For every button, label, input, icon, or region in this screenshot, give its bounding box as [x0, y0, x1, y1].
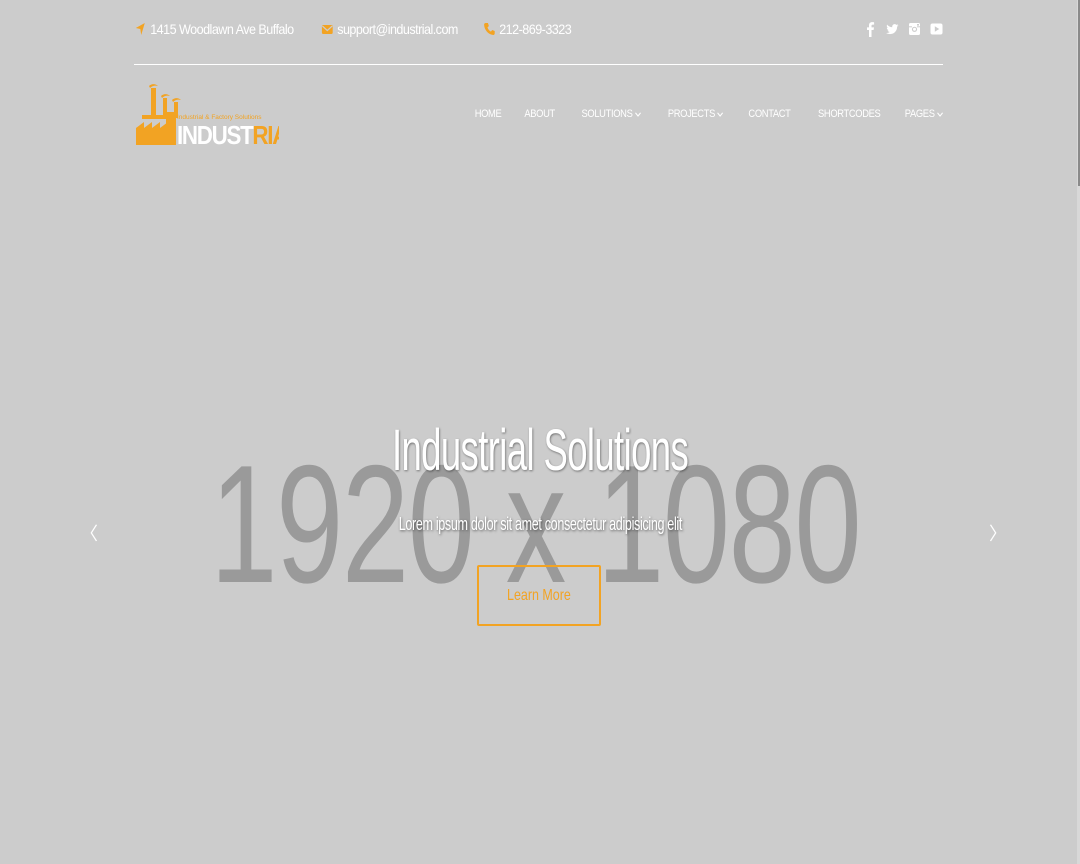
nav-item-label: SOLUTIONS	[581, 108, 633, 120]
industrial-logo[interactable]: Industrial & Factory Solutions INDUSTRIA…	[134, 82, 279, 148]
logo-name-accent: RIAL	[252, 121, 279, 148]
hero-subtitle: Lorem ipsum dolor sit amet consectetur a…	[398, 514, 682, 534]
hero-title: Industrial Solutions	[391, 418, 689, 483]
nav-item-solutions[interactable]: SOLUTIONS	[581, 108, 642, 120]
nav-item-about[interactable]: ABOUT	[524, 108, 555, 120]
chevron-down-icon	[718, 111, 724, 117]
youtube-icon[interactable]	[930, 21, 943, 37]
nav-item-home[interactable]: HOME	[475, 108, 502, 120]
email-link[interactable]: support@industrial.com	[338, 21, 459, 37]
phone-number[interactable]: 212-869-3323	[500, 21, 573, 37]
instagram-icon[interactable]	[908, 21, 921, 37]
learn-more-button[interactable]: Learn More	[477, 565, 601, 626]
nav-item-projects[interactable]: PROJECTS	[668, 108, 724, 120]
slider-prev-arrow[interactable]: 〈	[80, 520, 98, 546]
slider-next-arrow[interactable]: 〉	[989, 520, 1007, 546]
location-arrow-icon	[135, 23, 145, 35]
nav-item-label: CONTACT	[748, 108, 791, 120]
logo-tagline: Industrial & Factory Solutions	[177, 114, 262, 121]
nav-item-label: ABOUT	[523, 108, 555, 120]
address-text: 1415 Woodlawn Ave Buffalo	[150, 21, 294, 37]
nav-item-label: HOME	[474, 108, 502, 120]
nav-item-label: PAGES	[904, 108, 935, 120]
phone-icon	[484, 23, 496, 35]
nav-item-contact[interactable]: CONTACT	[748, 108, 790, 120]
main-nav: HOME ABOUT SOLUTIONS PROJECTS CONTACT SHORTCO…	[453, 108, 943, 120]
svg-text:INDUSTRIAL: INDUSTRIAL	[177, 121, 279, 148]
page: 1920 x 1080 1415 Woodlawn Ave Buffalo su…	[0, 0, 1080, 864]
nav-item-label: SHORTCODES	[818, 108, 881, 120]
address-item: 1415 Woodlawn Ave Buffalo	[134, 21, 294, 37]
nav-item-shortcodes[interactable]: SHORTCODES	[818, 108, 881, 120]
twitter-icon[interactable]	[885, 21, 899, 37]
header-divider	[134, 64, 943, 65]
nav-item-pages[interactable]: PAGES	[905, 108, 943, 120]
envelope-icon	[322, 25, 334, 34]
nav-item-label: PROJECTS	[668, 108, 716, 120]
social-links	[864, 21, 943, 37]
top-bar: 1415 Woodlawn Ave Buffalo support@indust…	[134, 16, 943, 42]
chevron-down-icon	[635, 111, 642, 117]
logo-name-main: INDUST	[177, 121, 254, 148]
facebook-icon[interactable]	[864, 21, 876, 37]
chevron-down-icon	[937, 111, 943, 117]
email-item[interactable]: support@industrial.com	[321, 21, 459, 37]
phone-item[interactable]: 212-869-3323	[483, 21, 573, 37]
